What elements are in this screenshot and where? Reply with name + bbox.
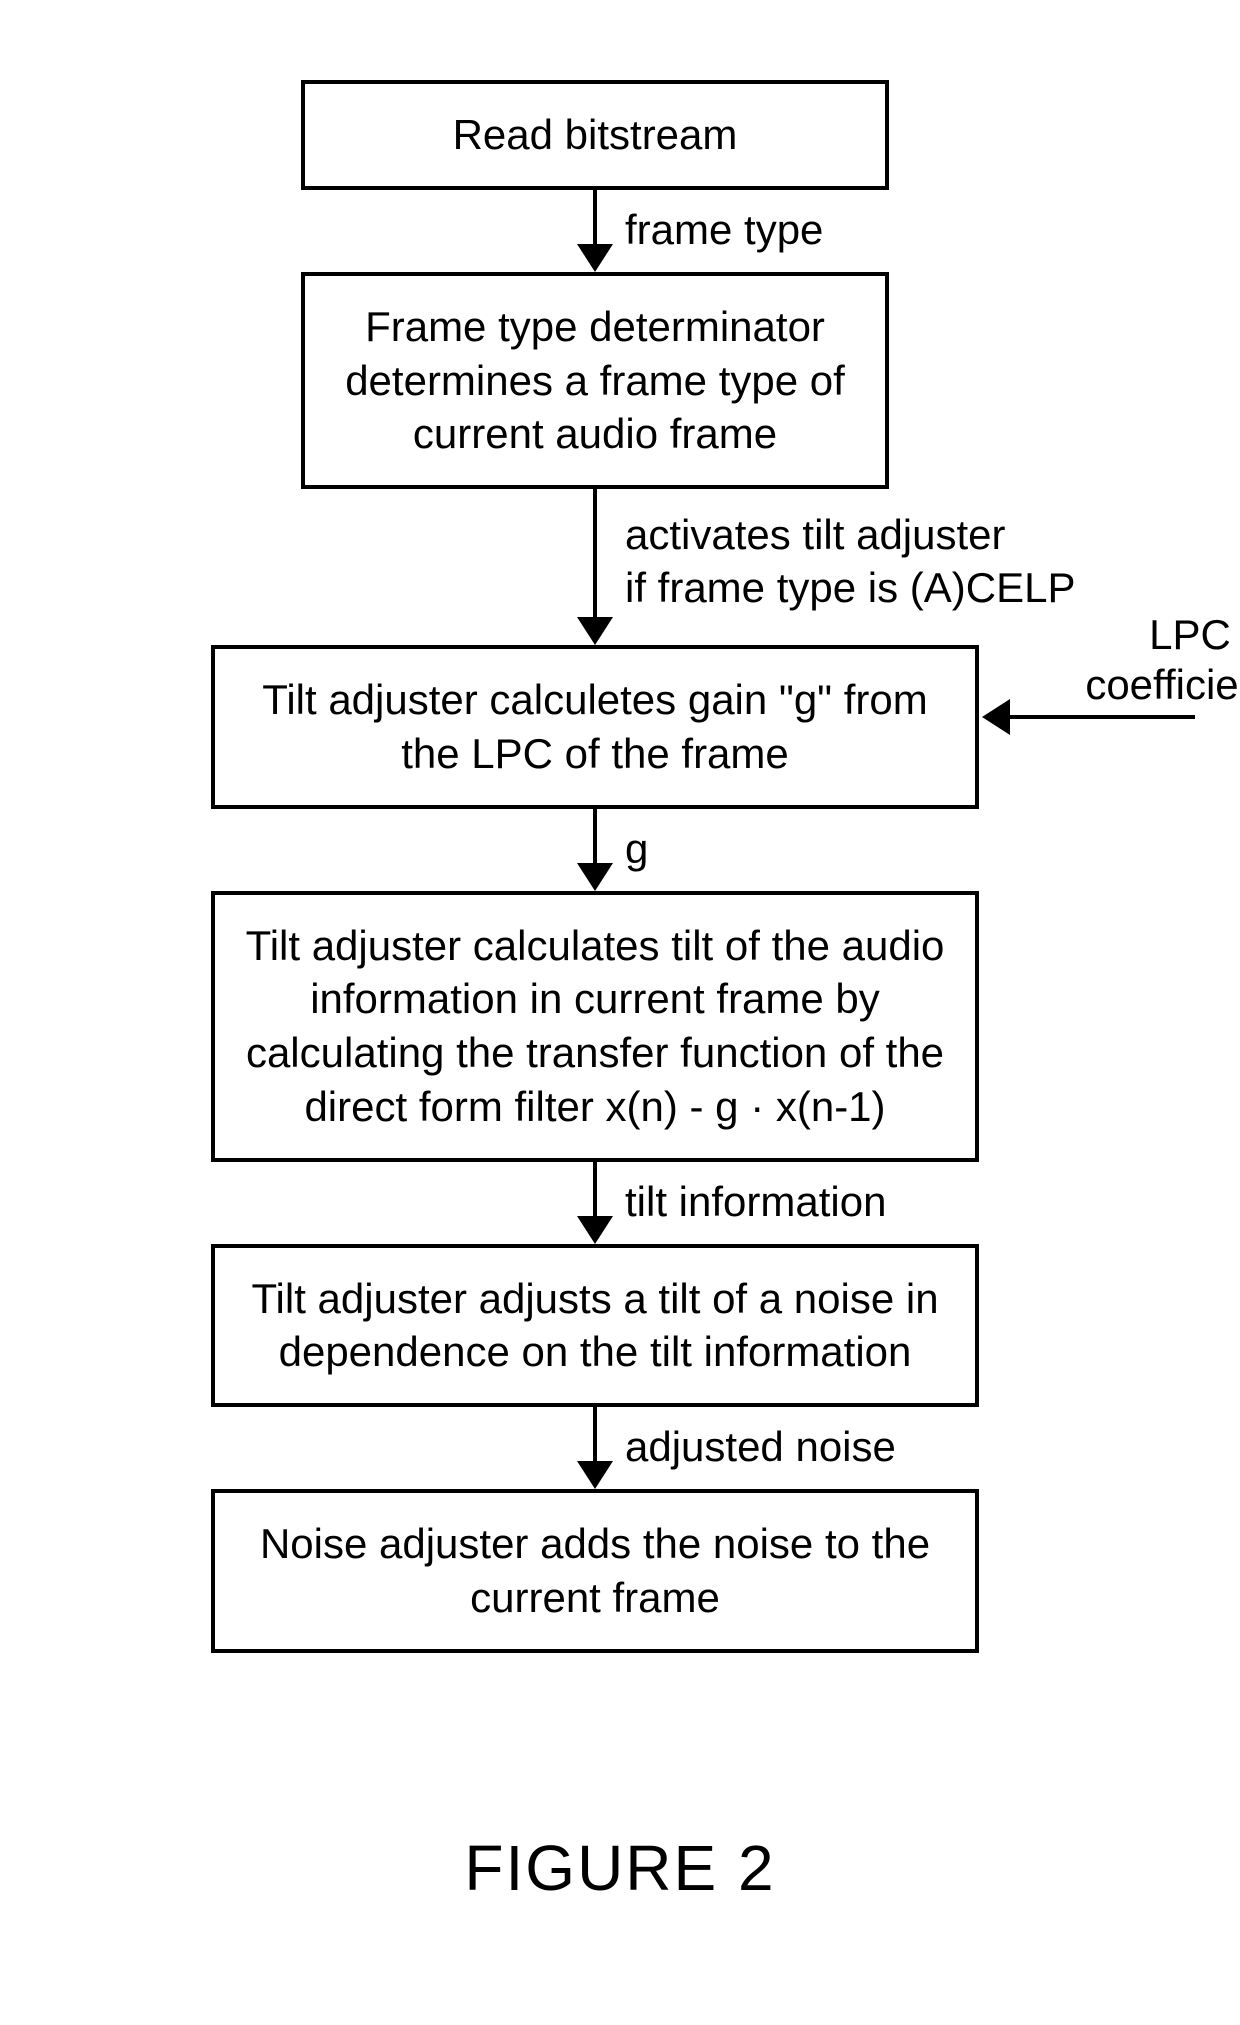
arrow-label-tilt-info: tilt information <box>625 1176 886 1229</box>
arrow-label-adjusted-noise: adjusted noise <box>625 1421 896 1474</box>
step-tilt-gain: Tilt adjuster calculetes gain "g" from t… <box>211 645 979 809</box>
label-lpc-coefficients: LPC coefficients <box>1060 610 1240 711</box>
arrow-tilt-information: tilt information <box>235 1162 955 1244</box>
step-noise-add: Noise adjuster adds the noise to the cur… <box>211 1489 979 1653</box>
arrow-label-frame-type: frame type <box>625 204 823 257</box>
arrow-adjusted-noise: adjusted noise <box>235 1407 955 1489</box>
step-read-bitstream: Read bitstream <box>301 80 889 190</box>
figure-caption: FIGURE 2 <box>0 1831 1240 1905</box>
step-tilt-calc: Tilt adjuster calculates tilt of the aud… <box>211 891 979 1162</box>
arrow-g: g <box>235 809 955 891</box>
arrow-label-g: g <box>625 823 648 876</box>
arrow-label-activate: activates tilt adjuster if frame type is… <box>625 509 1075 614</box>
arrow-activates-tilt-adjuster: activates tilt adjuster if frame type is… <box>325 489 865 645</box>
step-tilt-adjust: Tilt adjuster adjusts a tilt of a noise … <box>211 1244 979 1408</box>
arrow-frame-type: frame type <box>325 190 865 272</box>
step-frame-type-determinator: Frame type determinator determines a fra… <box>301 272 889 489</box>
